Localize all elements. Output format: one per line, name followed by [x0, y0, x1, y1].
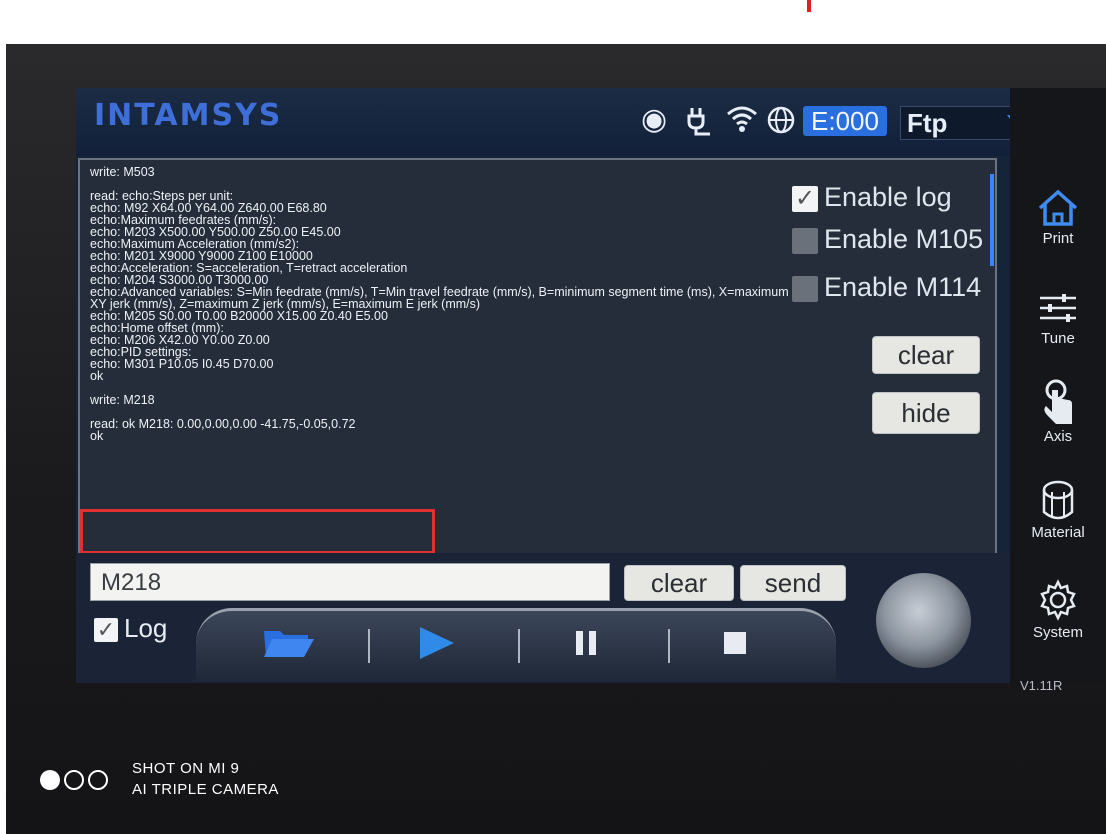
pause-icon[interactable] [556, 623, 616, 663]
unchecked-box [792, 275, 818, 302]
spool-icon [1042, 480, 1074, 520]
send-button[interactable]: send [740, 565, 846, 601]
sidebar-nav: Print Tune Axis Material System [1010, 88, 1106, 683]
watermark-line-2: AI TRIPLE CAMERA [132, 781, 279, 798]
sidebar-item-label: System [1032, 624, 1083, 641]
watermark-dot [40, 770, 60, 790]
console-clear-button[interactable]: clear [872, 336, 980, 374]
bottom-control-bar: M218 clear send ✓ Log [76, 553, 1106, 683]
top-status-bar: INTAMSYS ◉ E:000 Ftp [76, 88, 1106, 156]
usb-plug-icon [687, 108, 710, 136]
connection-mode-value: Ftp [907, 108, 948, 138]
connection-mode-select[interactable]: Ftp [900, 106, 1026, 140]
console-scrollbar[interactable] [990, 174, 994, 266]
enable-m105-label: Enable M105 [824, 224, 984, 254]
hand-pointer-icon [1044, 379, 1072, 424]
sidebar-item-print[interactable]: Print [1010, 188, 1106, 247]
folder-open-icon[interactable] [258, 623, 318, 663]
log-checkbox[interactable]: ✓ Log [94, 613, 167, 644]
gear-icon [1040, 579, 1076, 621]
log-gap [90, 382, 990, 394]
check-icon: ✓ [792, 185, 818, 212]
log-line: read: ok M218: 0.00,0.00,0.00 -41.75,-0.… [90, 417, 356, 431]
transport-controls [196, 608, 836, 681]
extruder-status-badge: E:000 [803, 106, 887, 136]
sidebar-item-label: Axis [1043, 428, 1073, 445]
sidebar-item-tune[interactable]: Tune [1010, 288, 1106, 347]
sidebar-item-label: Tune [1041, 330, 1075, 347]
log-line: ok [90, 429, 104, 443]
enable-log-checkbox[interactable]: ✓ Enable log [792, 182, 952, 213]
log-line: echo: M205 S0.00 T0.00 B20000 X15.00 Z0.… [90, 309, 388, 323]
enable-m114-checkbox[interactable]: Enable M114 [792, 272, 981, 303]
play-icon[interactable] [406, 623, 466, 663]
brand-logo: INTAMSYS [94, 98, 283, 133]
watermark-dot [88, 770, 108, 790]
sliders-icon [1040, 294, 1076, 322]
divider [368, 629, 370, 663]
watermark-dot [64, 770, 84, 790]
log-line: write: M218 [90, 393, 155, 407]
log-line: ok [90, 369, 104, 383]
sidebar-item-material[interactable]: Material [1010, 478, 1106, 541]
enable-m105-checkbox[interactable]: Enable M105 [792, 224, 983, 255]
console-panel: write: M503 read: echo:Steps per unit: ech… [78, 158, 997, 557]
log-line: write: M503 [90, 165, 155, 179]
unchecked-box [792, 227, 818, 254]
check-icon: ✓ [94, 618, 118, 643]
watermark-text: SHOT ON MI 9 AI TRIPLE CAMERA [132, 758, 279, 800]
red-marker [807, 0, 811, 12]
enable-log-label: Enable log [824, 182, 952, 212]
divider [518, 629, 520, 663]
wifi-icon [727, 106, 757, 132]
command-input[interactable]: M218 [90, 563, 610, 601]
camera-icon: ◉ [641, 102, 668, 137]
globe-icon [767, 106, 795, 134]
firmware-version: V1.11R [1020, 678, 1063, 693]
enable-m114-label: Enable M114 [824, 272, 982, 302]
highlight-box [80, 509, 435, 554]
home-icon [1038, 189, 1078, 226]
divider [668, 629, 670, 663]
sidebar-item-label: Material [1031, 524, 1085, 541]
sidebar-item-axis[interactable]: Axis [1010, 378, 1106, 445]
sidebar-item-system[interactable]: System [1010, 578, 1106, 641]
log-line: echo: M206 X42.00 Y0.00 Z0.00 [90, 333, 270, 347]
hide-button[interactable]: hide [872, 392, 980, 434]
gear-dial-icon[interactable] [876, 573, 971, 668]
sidebar-item-label: Print [1042, 230, 1074, 247]
watermark-line-1: SHOT ON MI 9 [132, 760, 240, 777]
touchscreen: INTAMSYS ◉ E:000 Ftp write: M503 read: e… [76, 88, 1106, 683]
log-label: Log [124, 613, 168, 643]
stop-icon[interactable] [706, 623, 766, 663]
log-line: echo: M301 P10.05 I0.45 D70.00 [90, 357, 274, 371]
command-clear-button[interactable]: clear [624, 565, 734, 601]
